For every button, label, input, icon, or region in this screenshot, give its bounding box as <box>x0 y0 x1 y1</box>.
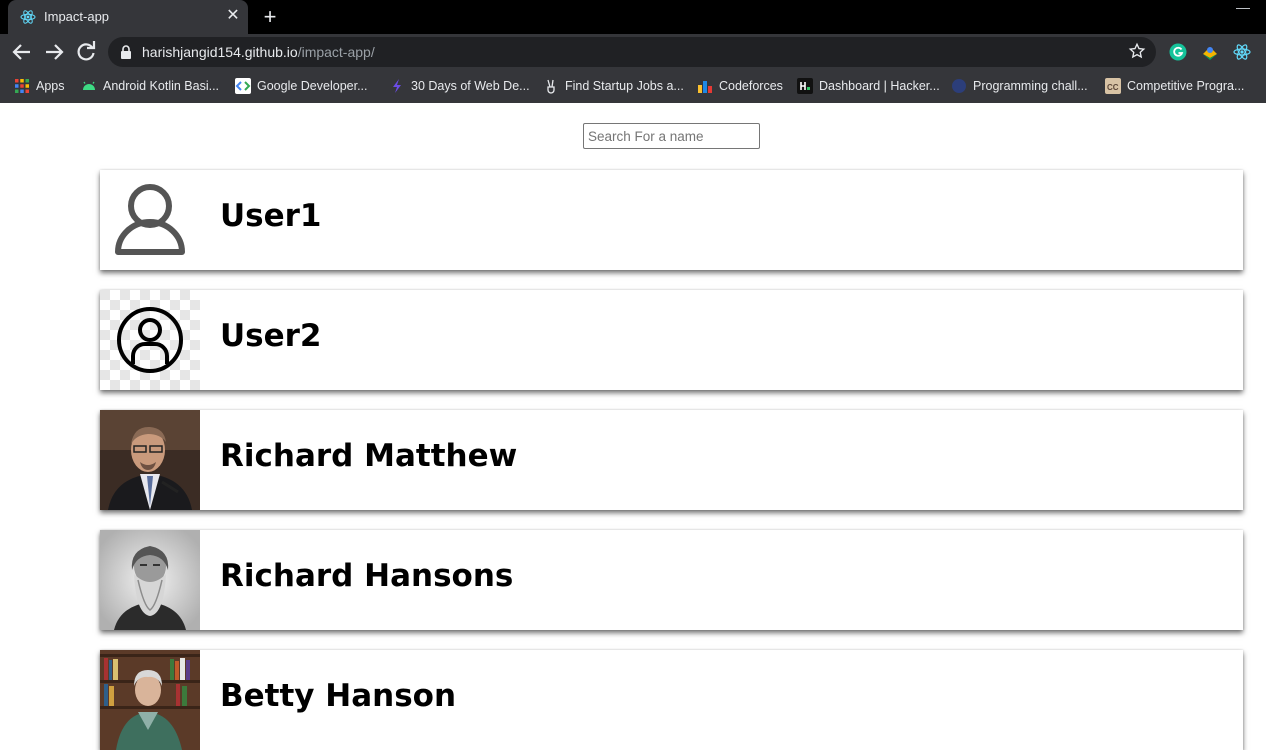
victory-hand-icon <box>547 79 555 94</box>
bookmark-label: Dashboard | Hacker... <box>819 79 940 93</box>
bookmark-label: 30 Days of Web De... <box>411 79 530 93</box>
forward-icon[interactable] <box>42 40 66 64</box>
minimize-icon[interactable] <box>1236 8 1250 10</box>
bookmark-label: Competitive Progra... <box>1127 79 1245 93</box>
portrait-photo <box>100 410 200 510</box>
bookmark-label: Programming chall... <box>973 79 1088 93</box>
browser-chrome: Impact-app ✕ + harishjangid154.github.io… <box>0 0 1266 103</box>
bookmark-hackerrank[interactable]: Dashboard | Hacker... <box>797 76 940 96</box>
user-name: Betty Hanson <box>220 678 457 714</box>
codeforces-icon <box>698 81 712 93</box>
bookmark-startup-jobs[interactable]: Find Startup Jobs a... <box>543 76 684 96</box>
extension-icon[interactable] <box>1201 43 1219 61</box>
bookmarks-bar: Apps Android Kotlin Basi... Google Devel… <box>0 70 1266 103</box>
page-content: User1 User2 <box>0 103 1266 750</box>
avatar <box>100 410 200 510</box>
user-card: User2 <box>100 290 1243 390</box>
hackerrank-icon <box>797 78 813 94</box>
new-tab-button[interactable]: + <box>258 4 282 30</box>
tab-strip: Impact-app ✕ + <box>0 0 1266 34</box>
tab-impact-app[interactable]: Impact-app ✕ <box>8 0 248 34</box>
user-card: Richard Hansons <box>100 530 1243 630</box>
bookmark-programming-challenges[interactable]: Programming chall... <box>951 76 1088 96</box>
avatar <box>100 530 200 630</box>
person-outline-icon <box>115 184 185 255</box>
codechef-icon: CC <box>1105 78 1121 94</box>
google-developers-icon <box>235 78 251 94</box>
user-card: Richard Matthew <box>100 410 1243 510</box>
apps-grid-icon <box>15 79 29 93</box>
bookmark-competitive-programming[interactable]: CC Competitive Progra... <box>1105 76 1244 96</box>
user-name: Richard Matthew <box>220 438 518 474</box>
react-icon <box>20 10 36 24</box>
bookmark-30-days[interactable]: 30 Days of Web De... <box>389 76 530 96</box>
bookmark-label: Codeforces <box>719 79 783 93</box>
user-name: User1 <box>220 198 322 234</box>
lock-icon[interactable] <box>120 45 132 59</box>
bookmark-label: Apps <box>36 79 65 93</box>
tab-close-icon[interactable]: ✕ <box>224 6 242 26</box>
svg-text:CC: CC <box>1107 83 1119 92</box>
url-text: harishjangid154.github.io/impact-app/ <box>142 44 375 60</box>
reload-icon[interactable] <box>74 40 98 64</box>
android-icon <box>83 81 95 90</box>
bookmark-google-developers[interactable]: Google Developer... <box>235 76 368 96</box>
portrait-photo <box>100 530 200 630</box>
bookmark-star-icon[interactable] <box>1128 42 1146 60</box>
search-input[interactable] <box>583 123 760 149</box>
url-host: harishjangid154.github.io <box>142 44 298 60</box>
portrait-photo <box>100 650 200 750</box>
react-devtools-icon[interactable] <box>1233 43 1251 61</box>
address-bar[interactable]: harishjangid154.github.io/impact-app/ <box>108 37 1156 67</box>
grammarly-icon[interactable] <box>1169 43 1187 61</box>
bookmark-codeforces[interactable]: Codeforces <box>697 76 783 96</box>
browser-toolbar: harishjangid154.github.io/impact-app/ <box>0 34 1266 70</box>
back-icon[interactable] <box>10 40 34 64</box>
avatar <box>100 650 200 750</box>
globe-icon <box>952 79 966 93</box>
url-path: /impact-app/ <box>297 44 375 60</box>
bookmark-label: Google Developer... <box>257 79 368 93</box>
person-circle-icon <box>100 290 200 390</box>
bookmark-label: Android Kotlin Basi... <box>103 79 220 93</box>
tab-title: Impact-app <box>44 9 110 24</box>
avatar <box>100 290 200 390</box>
user-name: Richard Hansons <box>220 558 514 594</box>
avatar <box>100 170 200 270</box>
user-card: User1 <box>100 170 1243 270</box>
user-card: Betty Hanson <box>100 650 1243 750</box>
bookmark-android-kotlin[interactable]: Android Kotlin Basi... <box>81 76 219 96</box>
user-name: User2 <box>220 318 322 354</box>
bookmark-label: Find Startup Jobs a... <box>565 79 684 93</box>
bolt-icon <box>393 79 401 93</box>
bookmark-apps[interactable]: Apps <box>14 76 65 96</box>
